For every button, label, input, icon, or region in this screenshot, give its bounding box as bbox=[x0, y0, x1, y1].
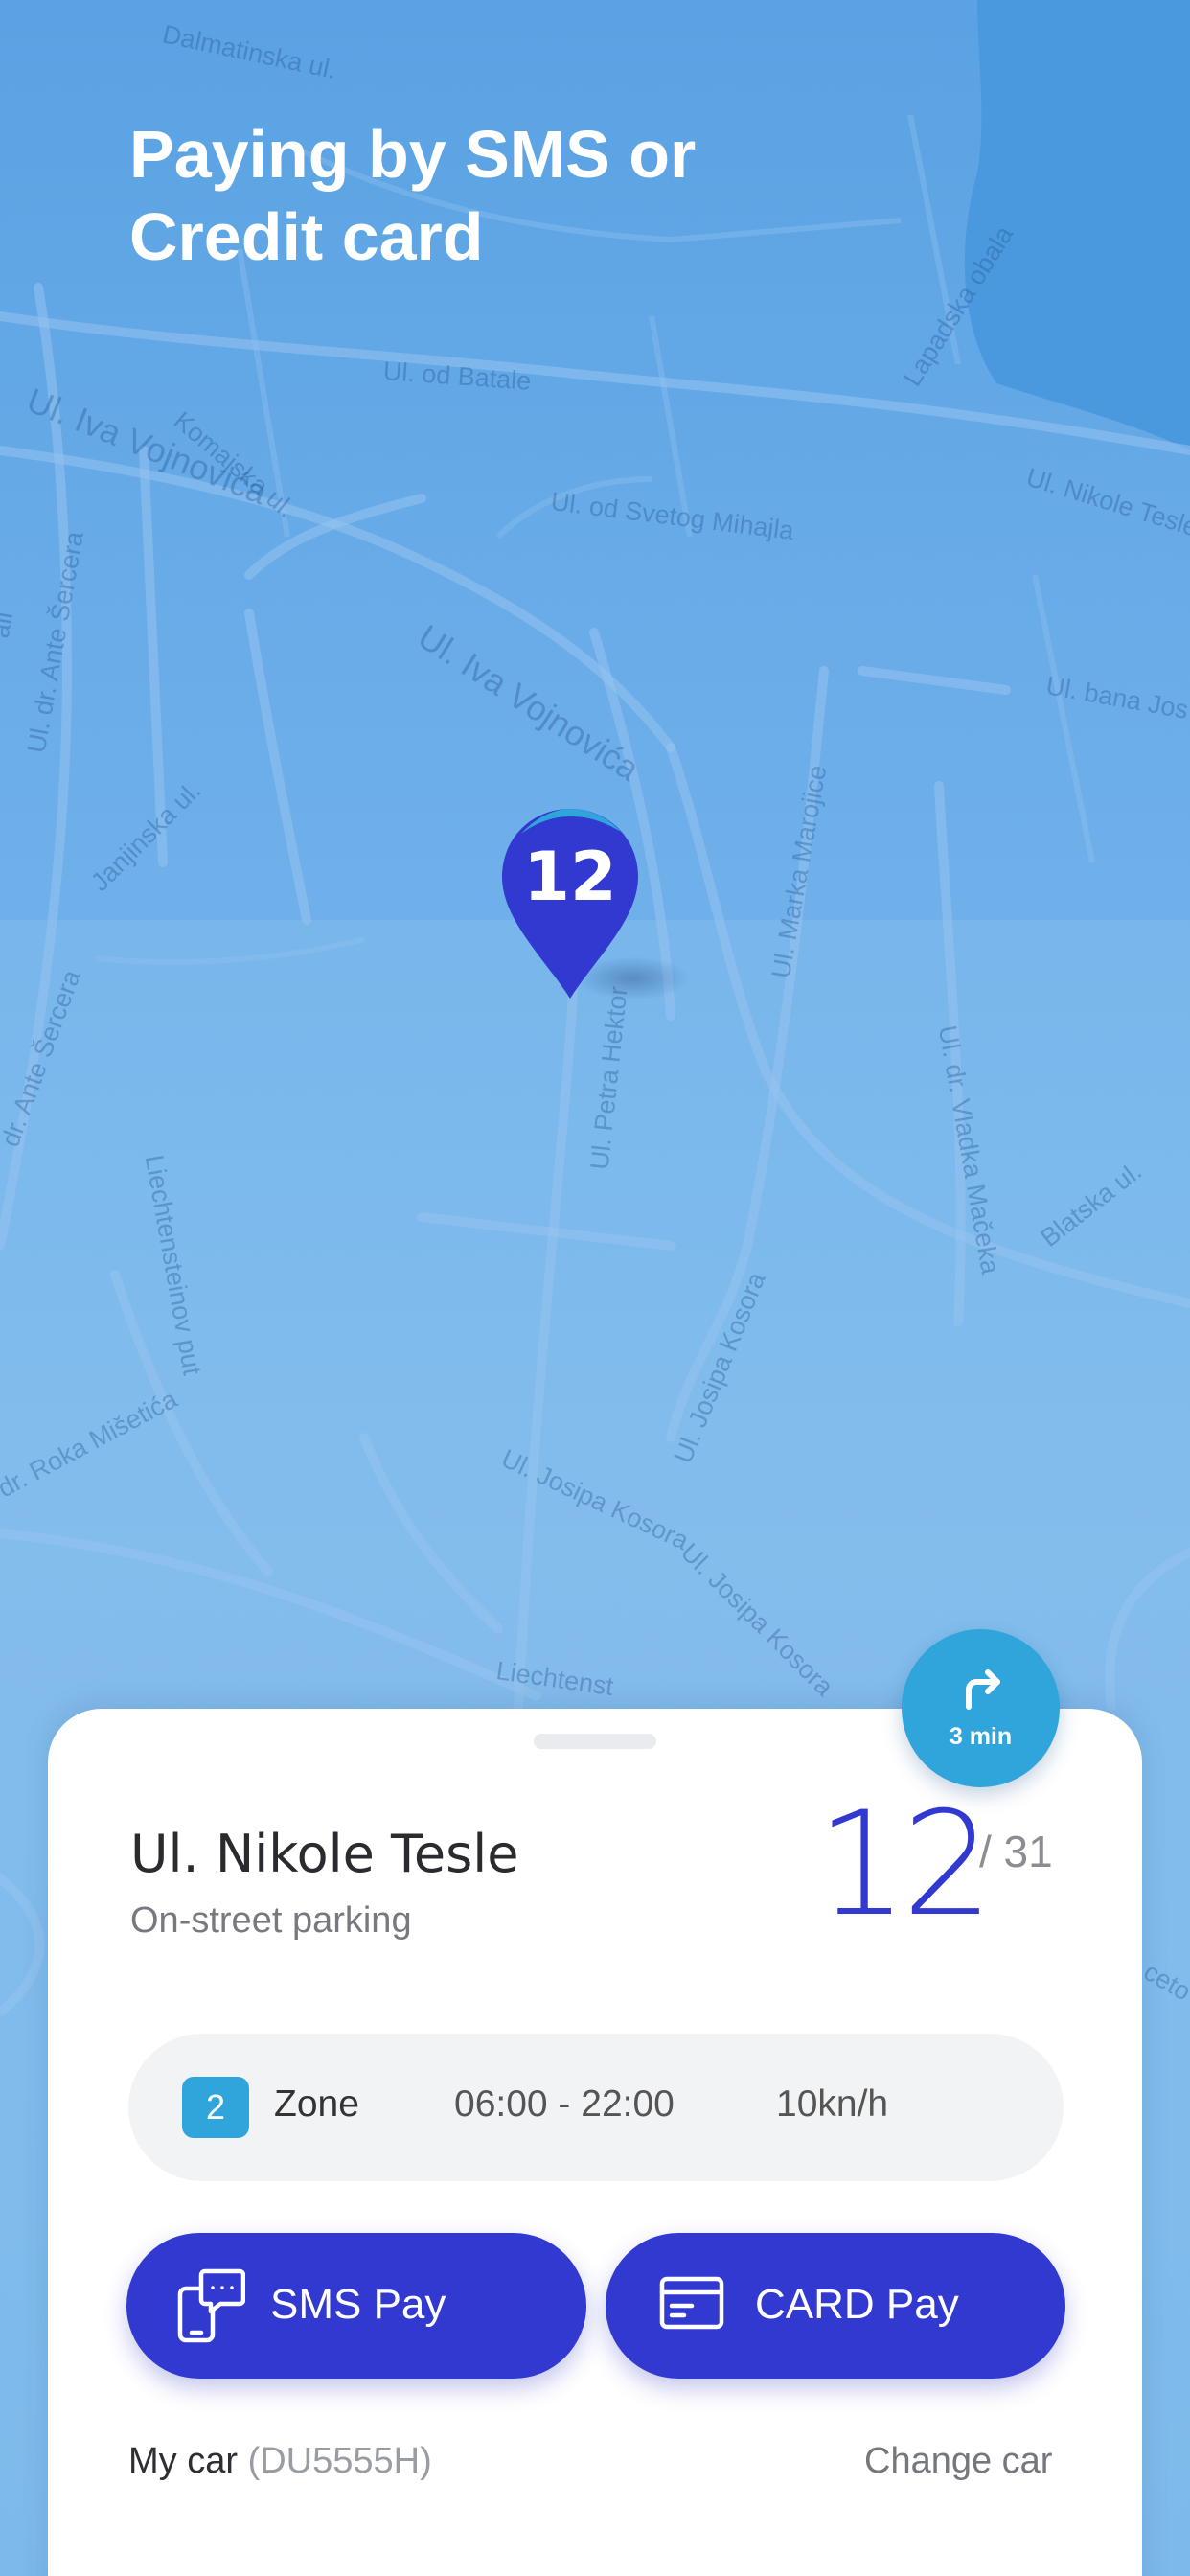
route-time: 3 min bbox=[949, 1722, 1013, 1750]
turn-right-arrow-icon bbox=[957, 1667, 1005, 1715]
zone-label: Zone bbox=[274, 2083, 359, 2125]
parking-type: On-street parking bbox=[130, 1900, 412, 1941]
sms-pay-label: SMS Pay bbox=[270, 2281, 446, 2328]
card-pay-label: CARD Pay bbox=[755, 2281, 959, 2328]
my-car-label: My car bbox=[128, 2441, 238, 2481]
sms-phone-icon bbox=[176, 2267, 246, 2355]
free-spots-count: 12 bbox=[816, 1782, 994, 1948]
card-pay-button[interactable]: CARD Pay bbox=[606, 2233, 1065, 2379]
change-car-link[interactable]: Change car bbox=[864, 2441, 1052, 2482]
zone-hours: 06:00 - 22:00 bbox=[454, 2083, 675, 2125]
zone-number-badge: 2 bbox=[182, 2077, 249, 2138]
sheet-grab-handle[interactable] bbox=[534, 1734, 656, 1749]
my-car-info: My car (DU5555H) bbox=[128, 2441, 432, 2482]
page-title-line: Paying by SMS or bbox=[129, 117, 697, 192]
street-name: Ul. Nikole Tesle bbox=[130, 1824, 519, 1884]
marker-spot-count: 12 bbox=[523, 838, 617, 916]
zone-info-pill: 2 Zone 06:00 - 22:00 10kn/h bbox=[128, 2034, 1064, 2181]
zone-price: 10kn/h bbox=[776, 2083, 889, 2125]
sms-pay-button[interactable]: SMS Pay bbox=[126, 2233, 586, 2379]
license-plate: (DU5555H) bbox=[247, 2441, 432, 2481]
parking-details-sheet: Ul. Nikole Tesle On-street parking 12 / … bbox=[48, 1709, 1142, 2576]
page-title: Paying by SMS or Credit card bbox=[129, 113, 819, 278]
route-button[interactable]: 3 min bbox=[902, 1629, 1060, 1787]
page-title-line: Credit card bbox=[129, 199, 484, 274]
total-spots: / 31 bbox=[979, 1827, 1053, 1876]
credit-card-icon bbox=[659, 2275, 724, 2341]
